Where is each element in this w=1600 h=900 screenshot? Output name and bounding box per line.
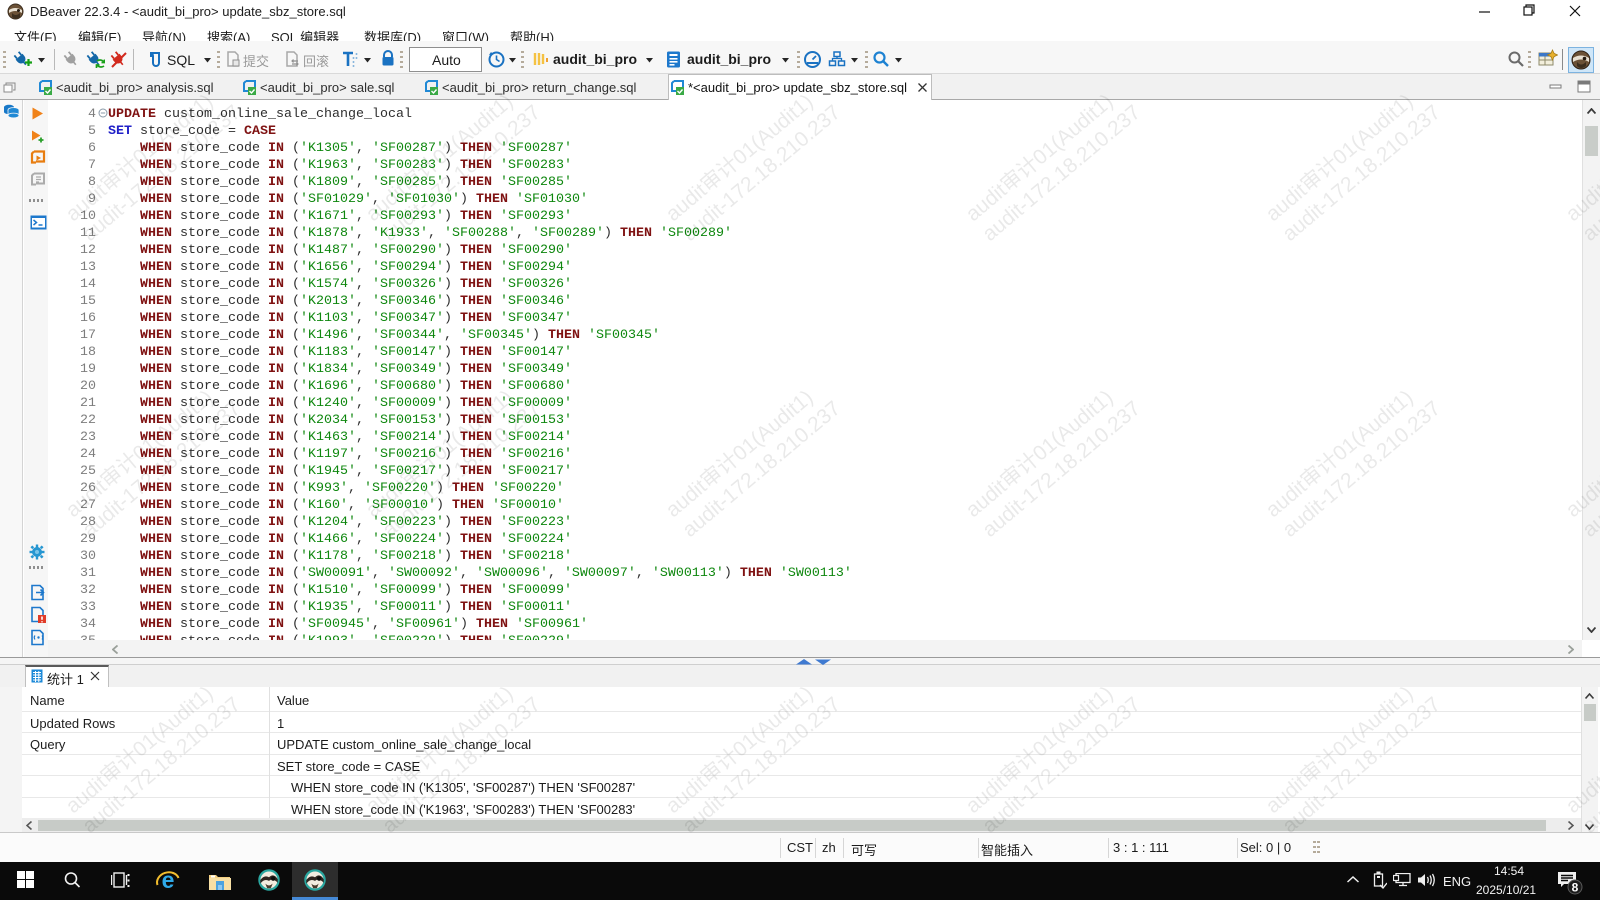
svg-text:8: 8 (1572, 881, 1579, 895)
